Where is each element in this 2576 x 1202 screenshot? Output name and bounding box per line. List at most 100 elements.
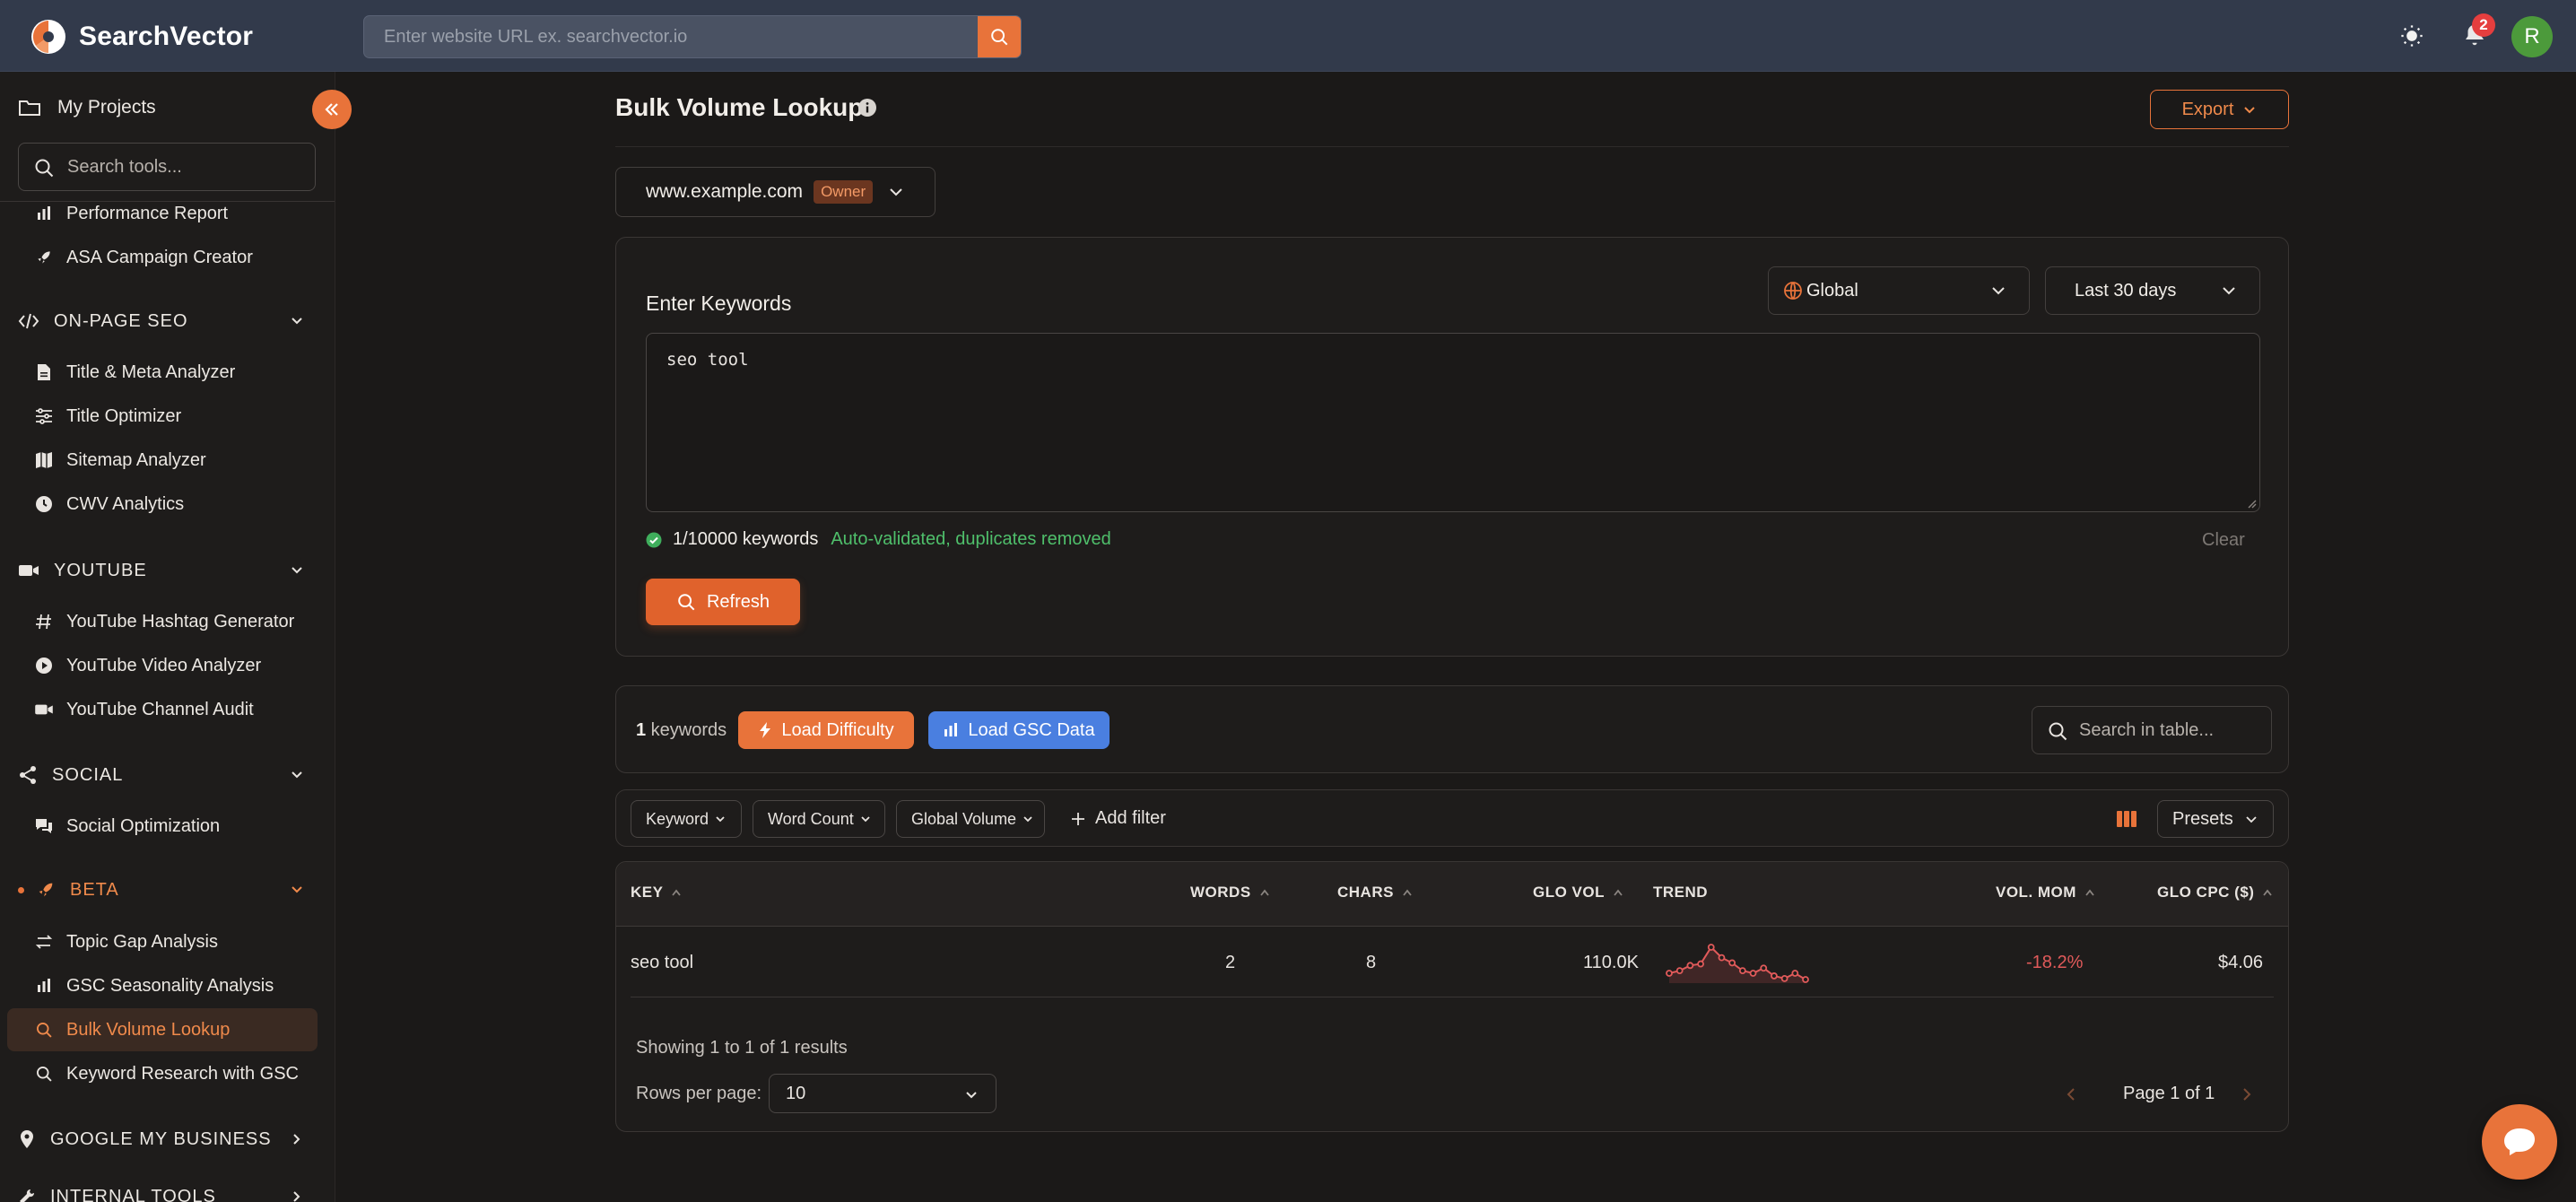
theme-toggle-sun-icon[interactable] [2399,23,2424,48]
sidebar-item-asa-campaign-creator[interactable]: ASA Campaign Creator [34,241,253,274]
app-name: SearchVector [79,22,254,51]
sidebar-section-on-page-seo[interactable]: ON-PAGE SEO [18,305,305,337]
cell-glo-vol: 110.0K [1583,953,1639,972]
column-header-chars[interactable]: CHARS [1337,884,1414,902]
sidebar-item-youtube-hashtag-generator[interactable]: YouTube Hashtag Generator [34,605,294,638]
bar-chart-icon [944,723,958,736]
add-filter-button[interactable]: Add filter [1070,808,1166,829]
domain-value: www.example.com [646,181,804,202]
column-header-trend: TREND [1653,884,1709,901]
keywords-textarea[interactable] [646,333,2260,512]
location-value: Global [1806,280,1858,300]
chevron-right-icon [293,1191,300,1202]
period-select[interactable]: Last 30 days [2045,266,2260,315]
column-header-glo-cpc[interactable]: GLO CPC ($) [2157,884,2274,902]
page-title: Bulk Volume Lookup [615,93,864,121]
map-icon [36,452,52,468]
chevron-down-icon [2244,107,2256,114]
sidebar-item-performance-report[interactable]: Performance Report [34,197,228,230]
url-search-button[interactable] [978,16,1021,57]
sidebar-item-youtube-video-analyzer[interactable]: YouTube Video Analyzer [34,649,261,682]
column-header-key[interactable]: KEY [631,884,683,902]
trend-point [1728,959,1736,967]
cell-chars: 8 [1366,953,1377,972]
video-icon [35,704,53,715]
sidebar-section-internal-tools[interactable]: INTERNAL TOOLS [18,1180,305,1202]
presets-button[interactable]: Presets [2157,800,2274,838]
avatar[interactable]: R [2511,16,2553,57]
column-header-words[interactable]: WORDS [1190,884,1271,902]
chevron-down-icon [292,771,302,779]
logo[interactable]: SearchVector [30,19,253,55]
load-gsc-data-button[interactable]: Load GSC Data [928,711,1110,749]
chevron-down-icon [292,318,302,325]
rocket-icon [39,883,53,897]
trend-point [1686,962,1694,970]
sidebar-item-sitemap-analyzer[interactable]: Sitemap Analyzer [34,444,206,476]
sidebar-item-title-optimizer[interactable]: Title Optimizer [34,400,181,432]
hashtag-icon [36,614,51,630]
sidebar-item-topic-gap-analysis[interactable]: Topic Gap Analysis [34,926,218,958]
check-circle-icon [646,532,662,547]
sidebar-section-beta[interactable]: BETA [18,874,305,906]
share-icon [20,766,36,784]
results-table: KEY WORDS CHARS GLO VOL TREND VOL. MOM G… [615,861,2289,1132]
sidebar-item-social-optimization[interactable]: Social Optimization [34,810,220,842]
url-input[interactable] [364,16,979,57]
filter-chip-keyword[interactable]: Keyword [631,800,742,838]
chat-support-button[interactable] [2482,1104,2557,1180]
rows-per-page-label: Rows per page: [636,1084,762,1103]
clear-button[interactable]: Clear [2202,530,2245,551]
results-showing-text: Showing 1 to 1 of 1 results [636,1038,848,1058]
column-header-glo-vol[interactable]: GLO VOL [1533,884,1624,902]
notifications-badge: 2 [2472,13,2495,37]
chevron-right-icon [293,1134,300,1145]
video-icon [19,565,39,576]
chevron-down-icon [292,567,302,574]
lightning-icon [760,722,771,738]
filter-chip-global-volume[interactable]: Global Volume [896,800,1045,838]
my-projects-link[interactable]: My Projects [18,97,156,118]
chevron-down-icon [1992,287,2005,295]
location-select[interactable]: Global [1768,266,2030,315]
sidebar-section-google-my-business[interactable]: GOOGLE MY BUSINESS [18,1123,305,1155]
collapse-sidebar-button[interactable] [312,90,352,129]
sidebar-search-input[interactable] [67,144,309,190]
cell-key: seo tool [631,953,694,972]
sidebar-item-keyword-research-gsc[interactable]: Keyword Research with GSC [34,1058,299,1090]
sidebar-item-gsc-seasonality-analysis[interactable]: GSC Seasonality Analysis [34,970,274,1002]
clock-icon [36,496,52,512]
top-bar: SearchVector 2 R [0,0,2576,72]
columns-icon[interactable] [2116,809,2137,829]
refresh-label: Refresh [706,591,770,612]
sidebar-item-cwv-analytics[interactable]: CWV Analytics [34,488,184,520]
previous-page-icon[interactable] [2064,1086,2078,1102]
chevron-down-icon [716,816,725,823]
sidebar-item-youtube-channel-audit[interactable]: YouTube Channel Audit [34,693,254,726]
folder-icon [19,100,40,116]
rows-per-page-select[interactable]: 10 [769,1074,996,1113]
next-page-icon[interactable] [2240,1086,2254,1102]
info-icon[interactable] [857,98,877,118]
domain-selector[interactable]: www.example.com Owner [615,167,936,217]
sidebar-item-bulk-volume-lookup[interactable]: Bulk Volume Lookup [7,1008,318,1051]
trend-point [1707,944,1715,951]
trend-point [1802,976,1809,983]
resize-grip-icon[interactable] [2246,498,2257,509]
sidebar-section-youtube[interactable]: YOUTUBE [18,554,305,587]
beta-indicator-dot [18,887,24,893]
table-row[interactable]: seo tool 2 8 110.0K -18.2% $4.06 [631,928,2274,997]
table-search-input[interactable] [2079,707,2264,753]
column-header-vol-mom[interactable]: VOL. MOM [1996,884,2096,902]
sidebar-item-title-meta-analyzer[interactable]: Title & Meta Analyzer [34,356,235,388]
sidebar-section-social[interactable]: SOCIAL [18,759,305,791]
export-button[interactable]: Export [2150,90,2289,129]
sort-up-icon [1259,889,1269,896]
load-difficulty-button[interactable]: Load Difficulty [738,711,914,749]
my-projects-label: My Projects [57,97,156,118]
period-value: Last 30 days [2075,280,2177,300]
refresh-button[interactable]: Refresh [646,579,800,625]
filter-chip-word-count[interactable]: Word Count [753,800,885,838]
search-icon [2049,722,2067,741]
chat-bubbles-icon [36,819,52,833]
